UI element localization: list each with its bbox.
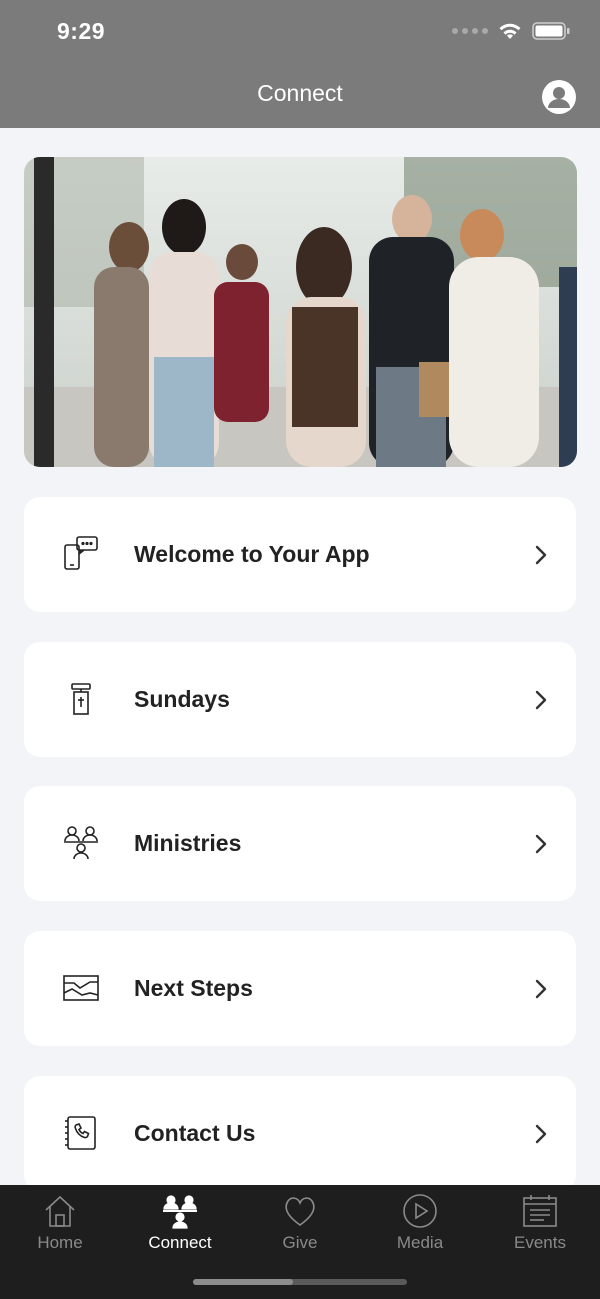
chevron-right-icon bbox=[535, 545, 547, 565]
heart-icon bbox=[285, 1197, 315, 1226]
people-gathering-photo bbox=[24, 157, 577, 467]
connect-icon bbox=[163, 1195, 197, 1229]
tab-label: Connect bbox=[148, 1233, 212, 1252]
wifi-icon bbox=[499, 23, 521, 39]
status-indicators bbox=[452, 22, 570, 40]
tab-label: Media bbox=[396, 1233, 444, 1252]
pulpit-icon bbox=[71, 683, 91, 715]
tab-media[interactable]: Media bbox=[360, 1185, 480, 1265]
chevron-right-icon bbox=[535, 1124, 547, 1144]
chevron-right-icon bbox=[535, 979, 547, 999]
menu-item-label: Next Steps bbox=[134, 975, 253, 1001]
status-time: 9:29 bbox=[57, 18, 106, 44]
menu-item-label: Ministries bbox=[134, 830, 242, 856]
tab-label: Give bbox=[282, 1233, 318, 1252]
chevron-right-icon bbox=[535, 690, 547, 710]
phone-chat-icon bbox=[64, 536, 98, 570]
home-indicator[interactable] bbox=[193, 1279, 407, 1285]
tab-give[interactable]: Give bbox=[240, 1185, 360, 1265]
steps-icon bbox=[63, 975, 99, 1001]
home-icon bbox=[45, 1195, 75, 1227]
menu-item-ministries[interactable]: Ministries bbox=[24, 786, 576, 901]
people-group-icon bbox=[64, 826, 98, 860]
battery-icon bbox=[532, 22, 570, 40]
hero-image bbox=[24, 157, 577, 467]
page-title: Connect bbox=[257, 80, 343, 106]
menu-item-next-steps[interactable]: Next Steps bbox=[24, 931, 576, 1046]
phone-book-icon bbox=[65, 1116, 96, 1150]
tab-label: Events bbox=[514, 1233, 566, 1252]
calendar-icon bbox=[523, 1195, 557, 1227]
tab-events[interactable]: Events bbox=[480, 1185, 600, 1265]
menu-item-label: Sundays bbox=[134, 686, 230, 712]
menu-item-welcome[interactable]: Welcome to Your App bbox=[24, 497, 576, 612]
profile-icon[interactable] bbox=[542, 80, 576, 114]
menu-item-label: Contact Us bbox=[134, 1120, 256, 1146]
tab-home[interactable]: Home bbox=[0, 1185, 120, 1265]
menu-item-contact-us[interactable]: Contact Us bbox=[24, 1076, 576, 1191]
signal-icon bbox=[452, 28, 488, 34]
menu-item-label: Welcome to Your App bbox=[134, 541, 370, 567]
header-bar: 9:29 Connect bbox=[0, 0, 600, 128]
chevron-right-icon bbox=[535, 834, 547, 854]
tab-connect[interactable]: Connect bbox=[120, 1185, 240, 1265]
menu-item-sundays[interactable]: Sundays bbox=[24, 642, 576, 757]
play-icon bbox=[403, 1194, 437, 1228]
tab-label: Home bbox=[37, 1233, 83, 1252]
